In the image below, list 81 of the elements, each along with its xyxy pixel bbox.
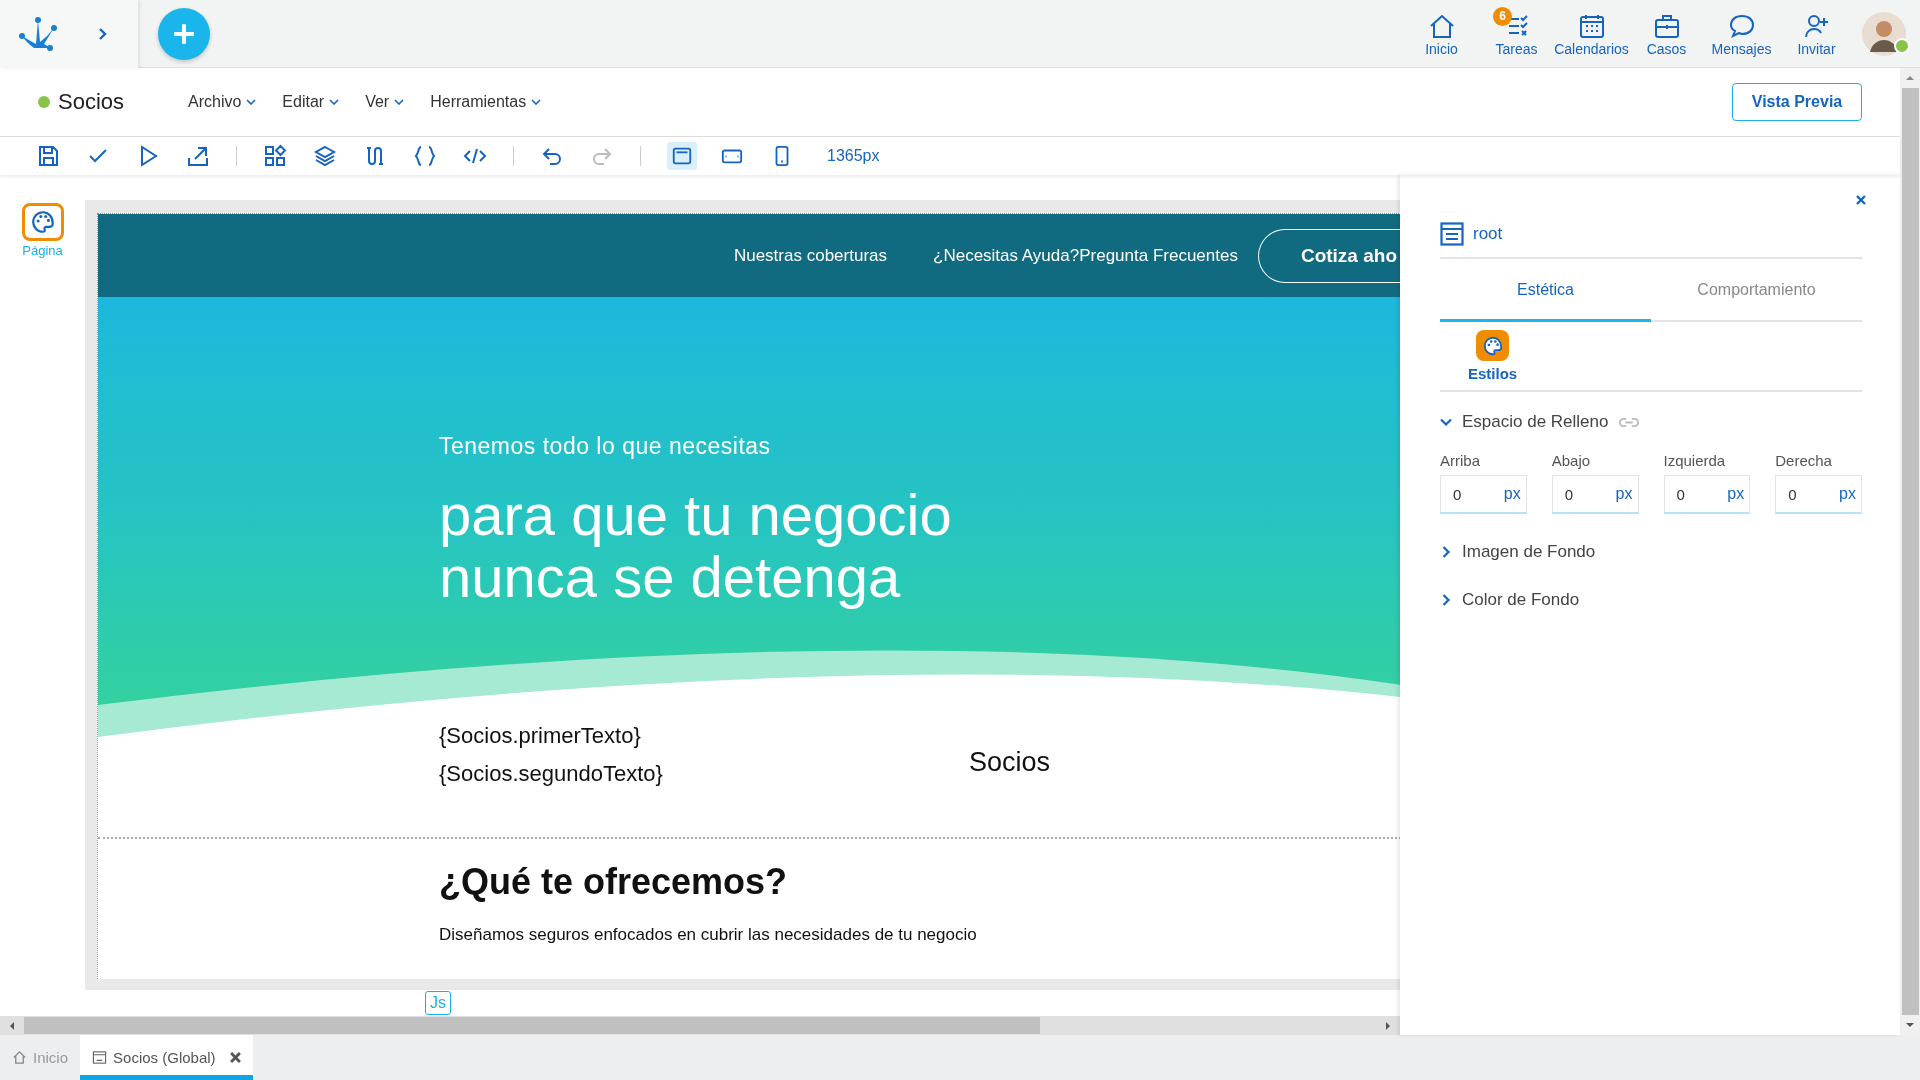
menu-item[interactable]: Editar (282, 93, 340, 111)
menu-item[interactable]: Archivo (188, 93, 257, 111)
close-icon[interactable] (229, 1052, 241, 1063)
section-toggle[interactable]: Espacio de Relleno (1440, 412, 1862, 432)
width-reading: 1365px (827, 147, 880, 165)
nav-link[interactable]: Nuestras coberturas (733, 245, 887, 266)
page-label: Página (22, 243, 63, 258)
padding-input[interactable]: 0 px (1663, 475, 1751, 514)
section-toggle[interactable]: Color de Fondo (1440, 590, 1862, 610)
document-tab[interactable]: Socios (Global) (80, 1035, 253, 1080)
page-style-button[interactable] (21, 203, 64, 241)
nav-link[interactable]: ¿Necesitas Ayuda?Pregunta Frecuentes (933, 245, 1238, 266)
styles-button[interactable]: Estilos (1468, 330, 1518, 382)
caret-icon (246, 99, 257, 105)
nav-item[interactable]: Casos (1629, 4, 1704, 63)
braces-icon[interactable] (413, 144, 437, 168)
chevron-right-icon[interactable] (98, 26, 108, 41)
field-label: Izquierda (1663, 452, 1727, 469)
field-label: Abajo (1551, 452, 1592, 469)
nav-item[interactable]: Invitar (1779, 4, 1854, 63)
unit-label: px (1839, 485, 1856, 503)
calendar-icon (1577, 12, 1606, 39)
section-text: Diseñamos seguros enfocados en cubrir las necesidades de tu negocio (439, 925, 978, 945)
close-icon[interactable] (1856, 195, 1866, 205)
hero-title: para que tu negocio nunca se detenga (439, 484, 953, 608)
chevron-down-icon (1440, 416, 1452, 428)
padding-input[interactable]: 0 px (1440, 475, 1527, 514)
unit-label: px (1503, 485, 1521, 503)
count-badge: 6 (1493, 6, 1512, 26)
avatar[interactable] (1862, 11, 1906, 56)
monitor-icon (671, 145, 693, 167)
window-icon (92, 1050, 108, 1065)
widgets-icon[interactable] (263, 144, 287, 168)
status-dot (38, 96, 50, 108)
nav-item[interactable]: Calendarios (1554, 4, 1629, 63)
unit-label: px (1615, 485, 1633, 503)
chevron-right-icon (1440, 594, 1452, 606)
padding-input[interactable]: 0 px (1551, 475, 1639, 514)
briefcase-icon (1652, 12, 1681, 39)
field-label: Arriba (1440, 452, 1481, 469)
quote-button[interactable]: Cotiza aho (1257, 228, 1400, 283)
scroll-right-icon[interactable] (1384, 1020, 1392, 1031)
add-user-icon (1802, 12, 1831, 39)
desktop-view-button[interactable] (667, 142, 697, 170)
export-icon[interactable] (186, 144, 210, 168)
layout-icon (1440, 222, 1464, 246)
nav-item[interactable]: 6 Tareas (1479, 4, 1554, 63)
chevron-right-icon (1440, 546, 1452, 558)
hero-kicker: Tenemos todo lo que necesitas (439, 433, 772, 460)
logo-icon[interactable] (18, 15, 58, 52)
scroll-down-icon[interactable] (1905, 1021, 1915, 1029)
speech-bubble-icon (1727, 12, 1756, 39)
caret-icon (531, 99, 542, 105)
padding-input[interactable]: 0 px (1775, 475, 1862, 514)
document-title: Socios (58, 89, 126, 115)
palette-icon (1476, 330, 1510, 361)
caret-icon (394, 99, 405, 105)
panel-tab[interactable]: Estética (1440, 259, 1651, 322)
field-label: Derecha (1775, 452, 1833, 469)
nav-item[interactable]: Inicio (1404, 4, 1479, 63)
nav-item[interactable]: Mensajes (1704, 4, 1779, 63)
preview-button[interactable]: Vista Previa (1732, 83, 1862, 121)
data-field: {Socios.primerTexto} (439, 717, 969, 755)
side-title: Socios (969, 747, 1051, 779)
scroll-up-icon[interactable] (1905, 74, 1915, 82)
element-name: root (1473, 224, 1503, 244)
caret-icon (329, 99, 340, 105)
menu-item[interactable]: Ver (365, 93, 405, 111)
unit-label: px (1727, 485, 1745, 503)
layers-icon[interactable] (313, 144, 337, 168)
home-icon (12, 1050, 27, 1065)
section-title: ¿Qué te ofrecemos? (439, 861, 789, 903)
scroll-left-icon[interactable] (8, 1020, 16, 1031)
menu-item[interactable]: Herramientas (430, 93, 542, 111)
palette-icon (29, 209, 56, 235)
save-icon[interactable] (36, 144, 60, 168)
panel-tab[interactable]: Comportamiento (1651, 259, 1862, 320)
data-field: {Socios.segundoTexto} (439, 755, 969, 793)
section-toggle[interactable]: Imagen de Fondo (1440, 542, 1862, 562)
horizontal-scrollbar[interactable] (0, 1016, 1400, 1035)
scroll-thumb[interactable] (24, 1017, 1040, 1034)
